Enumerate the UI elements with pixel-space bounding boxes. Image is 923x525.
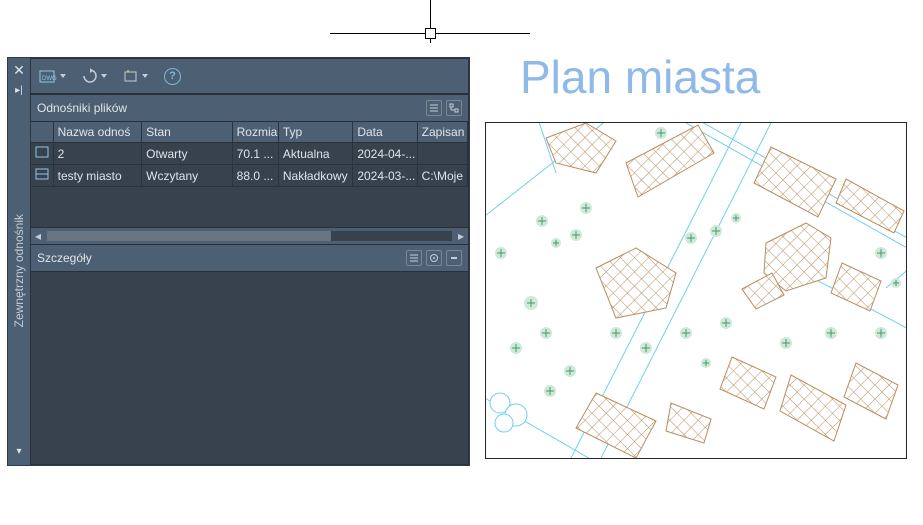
svg-text:DWG: DWG	[42, 76, 57, 82]
cell-date: 2024-03-...	[353, 165, 417, 187]
column-header-size[interactable]: Rozmiar	[232, 122, 278, 143]
cell-saved	[417, 143, 467, 165]
list-view-icon[interactable]	[426, 100, 442, 116]
chevron-down-icon	[60, 74, 66, 78]
toolbar: DWG ?	[31, 59, 468, 94]
cell-saved: C:\Moje	[417, 165, 467, 187]
panel-main: DWG ? Odnośniki plików	[30, 58, 469, 465]
scroll-track[interactable]	[47, 231, 452, 241]
tree-view-icon[interactable]	[446, 100, 462, 116]
details-body	[31, 272, 468, 464]
panel-side-title: Zewnętrzny odnośnik	[12, 214, 26, 327]
collapse-icon[interactable]	[446, 250, 462, 266]
panel-menu-icon[interactable]: ▾	[16, 446, 21, 457]
drawing-title: Plan miasta	[520, 50, 760, 104]
help-button[interactable]: ?	[162, 66, 183, 87]
chevron-down-icon	[101, 74, 107, 78]
help-icon: ?	[164, 68, 181, 85]
column-header-icon[interactable]	[31, 122, 53, 143]
horizontal-scrollbar[interactable]: ◂ ▸	[31, 227, 468, 244]
scroll-thumb[interactable]	[47, 231, 331, 241]
table-header-row: Nazwa odnoś Stan Rozmiar Typ Data Zapisa…	[31, 122, 468, 143]
row-type-icon	[31, 143, 53, 165]
table-row[interactable]: 2Otwarty70.1 ...Aktualna2024-04-...	[31, 143, 468, 165]
column-header-name[interactable]: Nazwa odnoś	[53, 122, 142, 143]
map-viewport[interactable]	[485, 122, 907, 459]
references-title: Odnośniki plików	[37, 101, 127, 115]
scroll-left-icon[interactable]: ◂	[31, 229, 45, 243]
details-header: Szczegóły	[31, 244, 468, 272]
references-table: Nazwa odnoś Stan Rozmiar Typ Data Zapisa…	[31, 122, 468, 244]
path-button[interactable]	[121, 66, 150, 86]
xref-panel: ✕ ▸| Zewnętrzny odnośnik ▾ DWG ?	[7, 57, 470, 466]
column-header-saved[interactable]: Zapisan	[417, 122, 467, 143]
cell-type: Aktualna	[278, 143, 352, 165]
preview-icon[interactable]	[426, 250, 442, 266]
row-type-icon	[31, 165, 53, 187]
details-list-icon[interactable]	[406, 250, 422, 266]
table-row[interactable]: testy miastoWczytany88.0 ...Nakładkowy20…	[31, 165, 468, 187]
autohide-icon[interactable]: ▸|	[15, 85, 23, 96]
cell-status: Wczytany	[142, 165, 233, 187]
cell-size: 70.1 ...	[232, 143, 278, 165]
refresh-button[interactable]	[80, 66, 109, 86]
cell-type: Nakładkowy	[278, 165, 352, 187]
cell-status: Otwarty	[142, 143, 233, 165]
details-title: Szczegóły	[37, 251, 92, 265]
column-header-date[interactable]: Data	[353, 122, 417, 143]
cell-name: 2	[53, 143, 142, 165]
column-header-type[interactable]: Typ	[278, 122, 352, 143]
scroll-right-icon[interactable]: ▸	[454, 229, 468, 243]
column-header-status[interactable]: Stan	[142, 122, 233, 143]
attach-dwg-button[interactable]: DWG	[37, 66, 68, 86]
cell-date: 2024-04-...	[353, 143, 417, 165]
references-header: Odnośniki plików	[31, 94, 468, 122]
close-icon[interactable]: ✕	[13, 62, 25, 79]
cell-name: testy miasto	[53, 165, 142, 187]
cell-size: 88.0 ...	[232, 165, 278, 187]
panel-leftbar: ✕ ▸| Zewnętrzny odnośnik ▾	[8, 58, 30, 465]
chevron-down-icon	[142, 74, 148, 78]
